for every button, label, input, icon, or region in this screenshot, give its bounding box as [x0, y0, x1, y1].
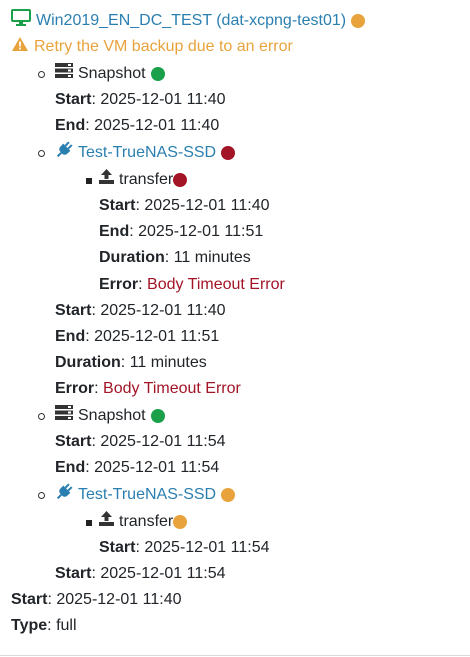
- subtask-start: Start: 2025-12-01 11:40: [99, 197, 270, 214]
- task-status-dot: [221, 146, 236, 160]
- vm-name-link[interactable]: Win2019_EN_DC_TEST (dat-xcpng-test01): [36, 10, 346, 32]
- subtask-start: Start: 2025-12-01 11:54: [99, 539, 270, 556]
- divider: [0, 655, 470, 656]
- server-icon: [55, 63, 73, 85]
- subtask-title: transfer: [119, 513, 174, 530]
- task-error: Error: Body Timeout Error: [55, 380, 241, 397]
- list-bullet: [86, 178, 92, 184]
- warning-triangle-icon: [11, 36, 29, 59]
- subtask-transfer-1: transfer: [99, 169, 188, 191]
- task-title: Snapshot: [78, 407, 146, 424]
- task-start: Start: 2025-12-01 11:40: [55, 302, 226, 319]
- task-status-dot: [150, 67, 165, 81]
- remote-link[interactable]: Test-TrueNAS-SSD: [78, 484, 216, 506]
- subtask-title: transfer: [119, 171, 174, 188]
- task-end: End: 2025-12-01 11:54: [55, 459, 220, 476]
- vm-status-dot: [351, 14, 366, 28]
- task-end: End: 2025-12-01 11:51: [55, 328, 220, 345]
- task-status-dot: [150, 409, 165, 423]
- list-bullet: [38, 71, 45, 78]
- task-start: Start: 2025-12-01 11:54: [55, 565, 226, 582]
- task-duration: Duration: 11 minutes: [55, 354, 207, 371]
- list-bullet: [86, 520, 92, 526]
- task-remote-2: Test-TrueNAS-SSD: [55, 483, 236, 508]
- task-end: End: 2025-12-01 11:40: [55, 117, 220, 134]
- task-remote-1: Test-TrueNAS-SSD: [55, 141, 236, 166]
- vm-header: Win2019_EN_DC_TEST (dat-xcpng-test01): [11, 9, 366, 33]
- subtask-status-dot: [173, 515, 188, 529]
- task-status-dot: [221, 488, 236, 502]
- desktop-icon: [11, 9, 31, 33]
- server-icon: [55, 405, 73, 427]
- list-bullet: [38, 492, 45, 499]
- subtask-end: End: 2025-12-01 11:51: [99, 223, 264, 240]
- task-title: Snapshot: [78, 65, 146, 82]
- summary-start: Start: 2025-12-01 11:40: [11, 591, 182, 608]
- task-snapshot-1: Snapshot: [55, 63, 165, 85]
- warning-message: Retry the VM backup due to an error: [11, 36, 293, 58]
- warning-text: Retry the VM backup due to an error: [34, 38, 293, 55]
- plug-icon: [55, 483, 73, 508]
- plug-icon: [55, 141, 73, 166]
- subtask-status-dot: [173, 173, 188, 187]
- remote-link[interactable]: Test-TrueNAS-SSD: [78, 142, 216, 164]
- task-start: Start: 2025-12-01 11:54: [55, 433, 226, 450]
- subtask-transfer-2: transfer: [99, 511, 188, 533]
- list-bullet: [38, 150, 45, 157]
- task-snapshot-2: Snapshot: [55, 405, 165, 427]
- summary-type: Type: full: [11, 617, 77, 634]
- task-start: Start: 2025-12-01 11:40: [55, 91, 226, 108]
- list-bullet: [38, 413, 45, 420]
- upload-icon: [99, 511, 114, 533]
- upload-icon: [99, 169, 114, 191]
- subtask-error: Error: Body Timeout Error: [99, 276, 285, 293]
- subtask-duration: Duration: 11 minutes: [99, 249, 251, 266]
